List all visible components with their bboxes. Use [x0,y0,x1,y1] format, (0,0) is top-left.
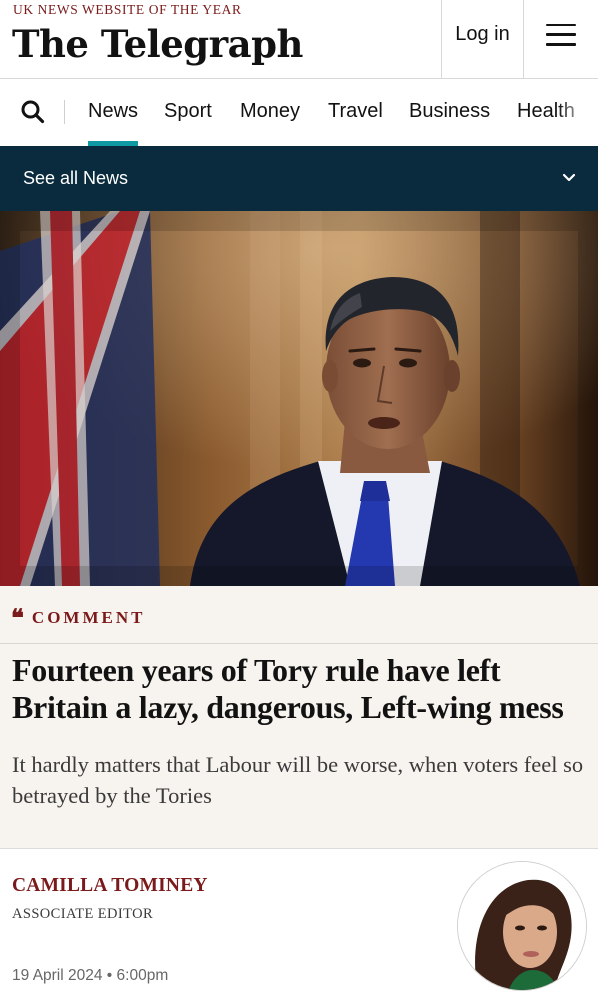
article-headline: Fourteen years of Tory rule have left Br… [12,652,564,725]
see-all-news-label: See all News [23,168,129,188]
kicker-label: COMMENT [31,608,146,627]
kicker-divider [0,643,598,644]
section-nav: News Sport Money Travel Business Health [0,79,598,146]
author-avatar[interactable] [457,861,587,991]
author-name-link[interactable]: CAMILLA TOMINEY [12,875,208,897]
see-all-news-toggle[interactable]: See all News [0,146,598,211]
site-tagline: UK NEWS WEBSITE OF THE YEAR [13,2,242,17]
hero-image [0,211,598,586]
article-standfirst: It hardly matters that Labour will be wo… [12,752,584,808]
search-icon [21,100,45,124]
article-header: ❝ COMMENT Fourteen years of Tory rule ha… [0,586,598,849]
publish-date: 19 April 2024 • 6:00pm [12,967,169,984]
site-header: UK NEWS WEBSITE OF THE YEAR The Telegrap… [0,0,598,79]
chevron-down-icon [562,173,576,182]
nav-divider [64,100,65,124]
quote-icon: ❝ [11,603,24,632]
nav-item-sport[interactable]: Sport [164,97,212,125]
search-button[interactable] [20,99,46,125]
author-role: ASSOCIATE EDITOR [12,906,154,922]
comment-kicker: ❝ COMMENT [11,603,146,632]
nav-item-news[interactable]: News [88,97,139,146]
telegraph-logo[interactable]: The Telegraph [12,20,303,68]
nav-item-business[interactable]: Business [409,97,490,125]
nav-item-travel[interactable]: Travel [328,97,383,125]
hamburger-menu-icon [546,23,576,46]
menu-button[interactable] [524,0,598,79]
nav-scroll-fade [558,79,598,146]
nav-item-money[interactable]: Money [240,97,300,125]
login-button[interactable]: Log in [441,0,524,79]
